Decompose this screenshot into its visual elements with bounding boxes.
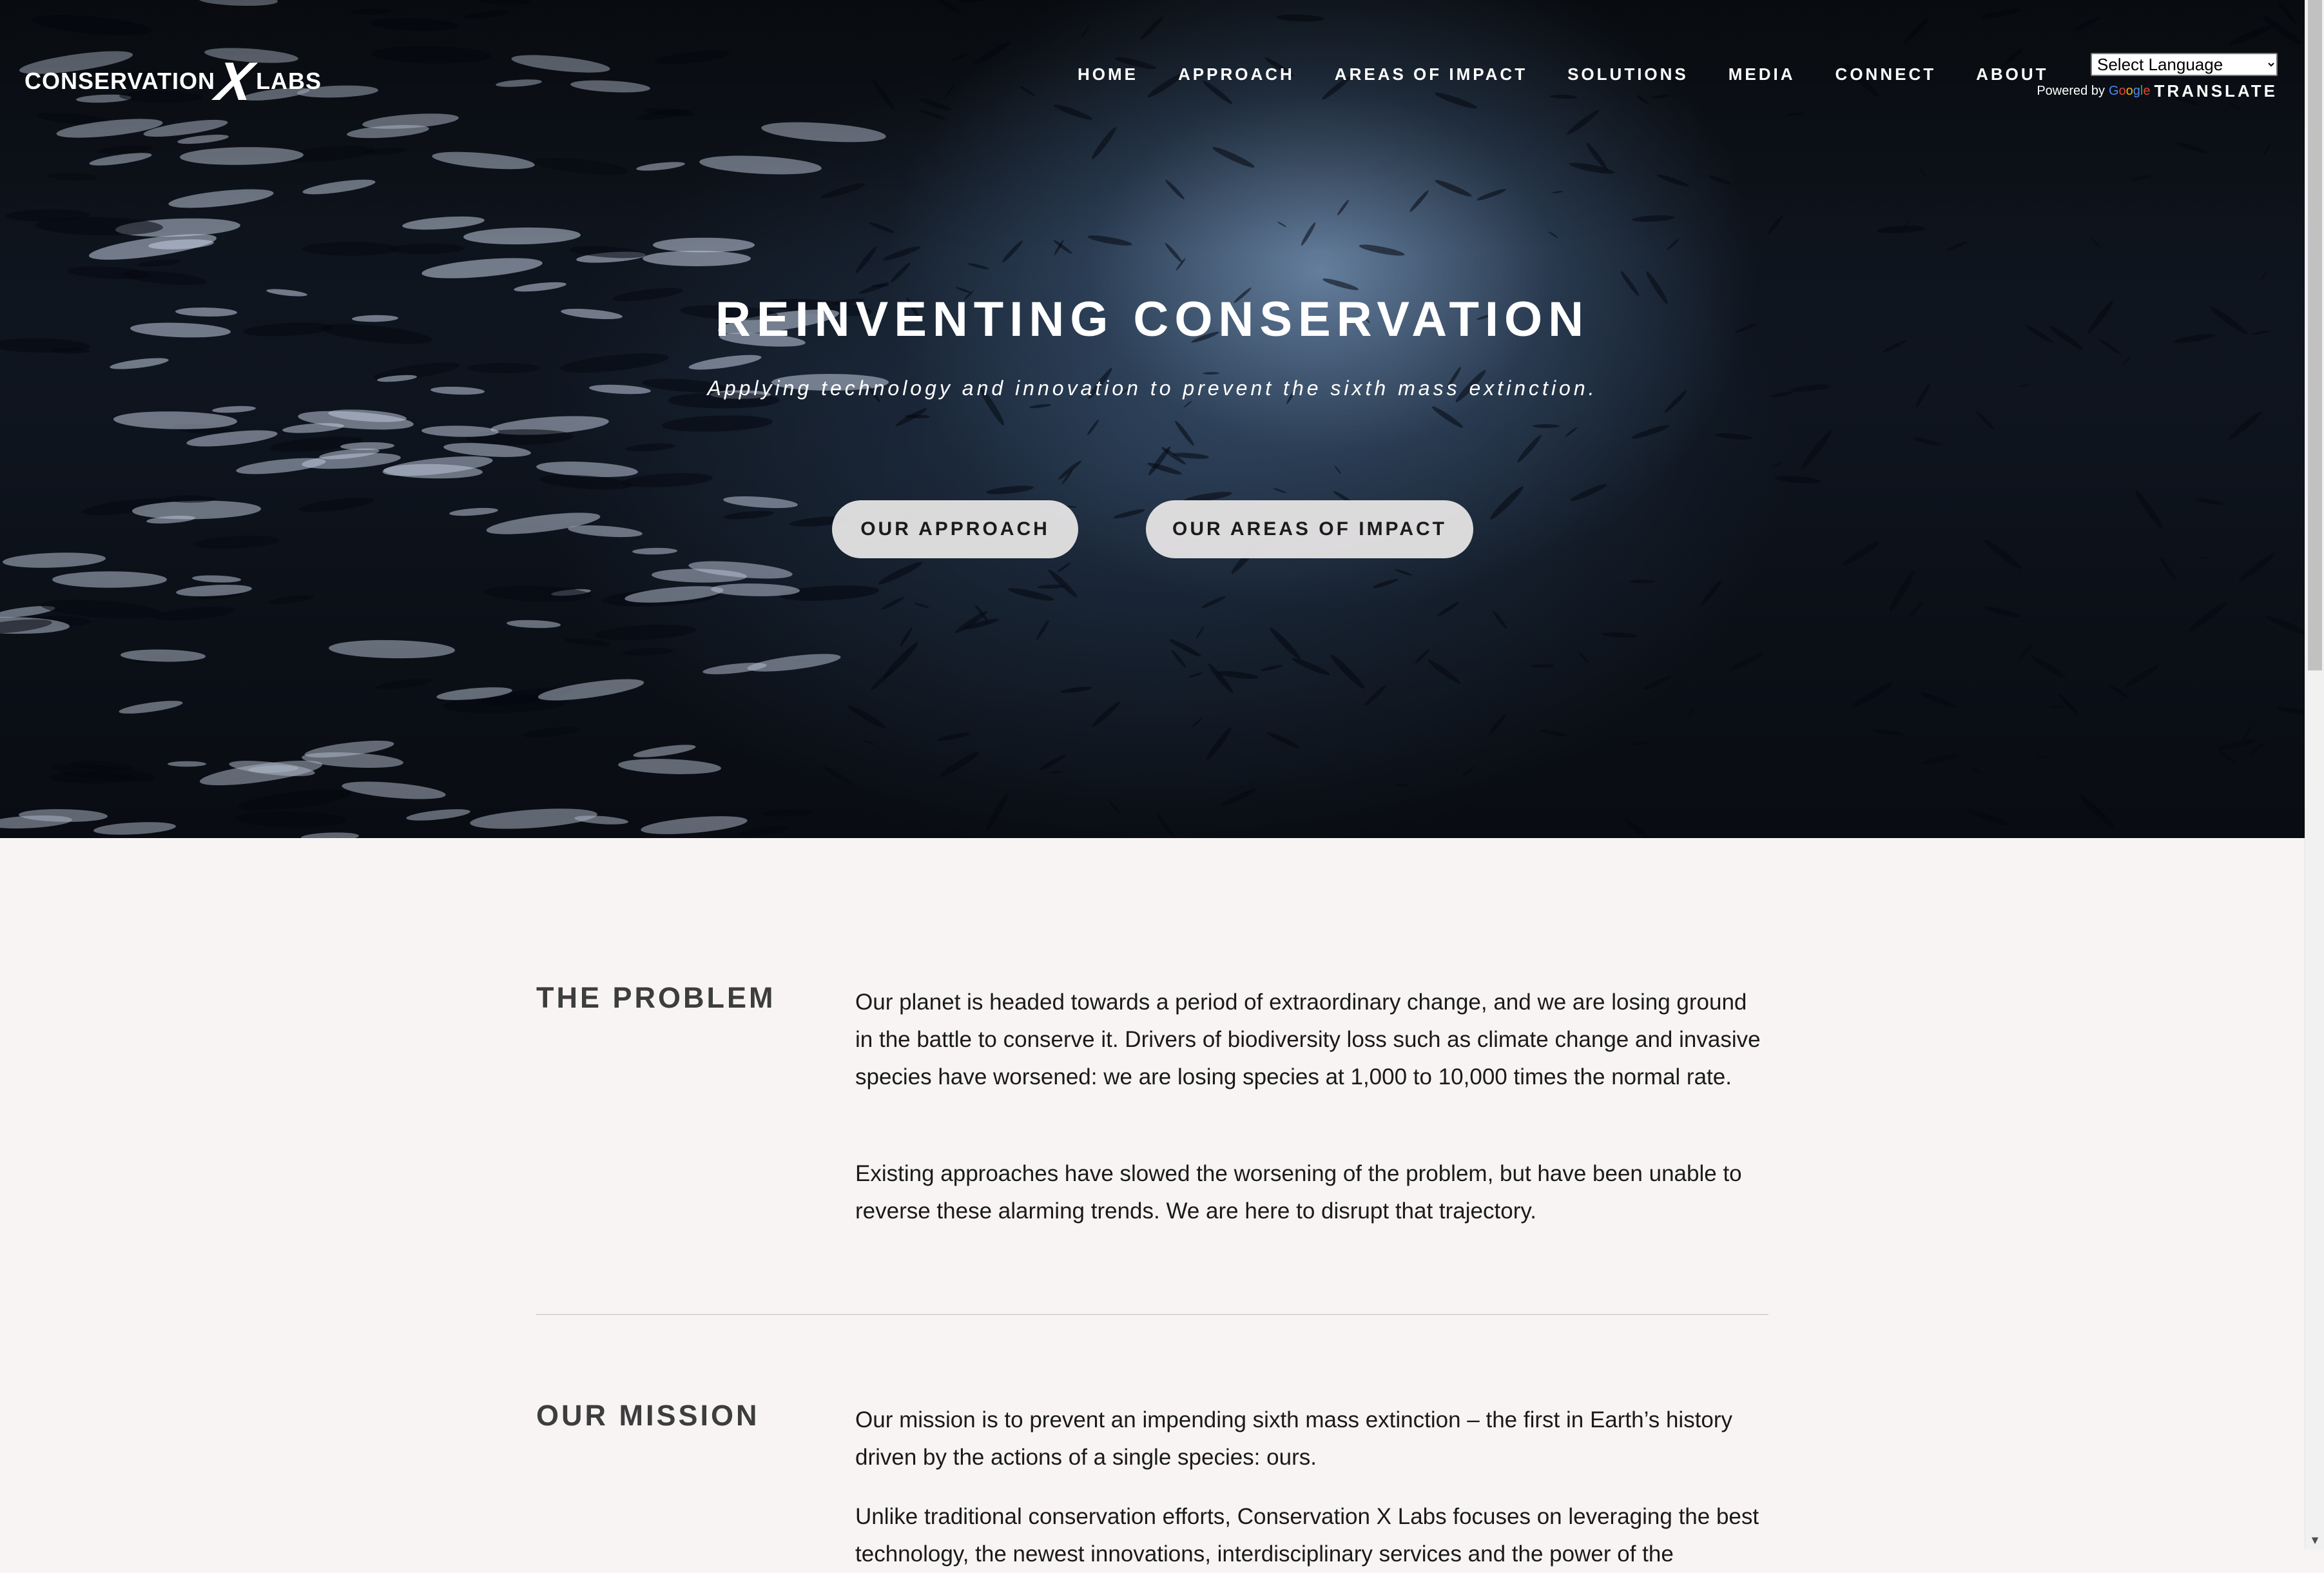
page-scrollbar[interactable]: ▼: [2305, 0, 2324, 1550]
hero-subtitle: Applying technology and innovation to pr…: [707, 376, 1598, 400]
google-translate-widget: Select Language Powered by Google TRANSL…: [2030, 53, 2278, 101]
nav-areas-of-impact[interactable]: AREAS OF IMPACT: [1335, 64, 1527, 84]
mission-paragraph-2: Unlike traditional conservation efforts,…: [855, 1504, 1759, 1567]
our-areas-of-impact-button[interactable]: OUR AREAS OF IMPACT: [1146, 500, 1473, 558]
our-approach-button[interactable]: OUR APPROACH: [832, 500, 1078, 558]
scroll-down-arrow-icon[interactable]: ▼: [2305, 1530, 2324, 1550]
powered-by-label: Powered by: [2037, 84, 2105, 98]
mission-paragraph-1: Our mission is to prevent an impending s…: [855, 1407, 1733, 1470]
hero-title: REINVENTING CONSERVATION: [715, 292, 1590, 347]
translate-label: TRANSLATE: [2154, 81, 2278, 101]
site-logo[interactable]: CONSERVATION X LABS: [24, 51, 322, 112]
logo-text-conservation: CONSERVATION: [24, 68, 216, 94]
nav-approach[interactable]: APPROACH: [1178, 64, 1295, 84]
google-logo[interactable]: Google: [2109, 84, 2151, 99]
nav-solutions[interactable]: SOLUTIONS: [1567, 64, 1689, 84]
section-divider: [536, 1314, 1768, 1315]
logo-text-labs: LABS: [256, 68, 322, 94]
nav-media[interactable]: MEDIA: [1728, 64, 1796, 84]
language-select[interactable]: Select Language: [2091, 53, 2278, 76]
logo-x-mark: X: [212, 51, 258, 112]
problem-heading: THE PROBLEM: [536, 981, 776, 1014]
powered-by-google-translate: Powered by Google TRANSLATE: [2030, 81, 2278, 101]
main-nav: HOME APPROACH AREAS OF IMPACT SOLUTIONS …: [1078, 64, 2089, 84]
nav-home[interactable]: HOME: [1078, 64, 1138, 84]
nav-connect[interactable]: CONNECT: [1835, 64, 1937, 84]
hero-banner: CONSERVATION X LABS HOME APPROACH AREAS …: [0, 0, 2305, 838]
problem-paragraph-1: Our planet is headed towards a period of…: [855, 990, 1761, 1089]
scrollbar-thumb[interactable]: [2308, 0, 2322, 670]
problem-paragraph-2: Existing approaches have slowed the wors…: [855, 1161, 1742, 1224]
mission-heading: OUR MISSION: [536, 1399, 760, 1432]
